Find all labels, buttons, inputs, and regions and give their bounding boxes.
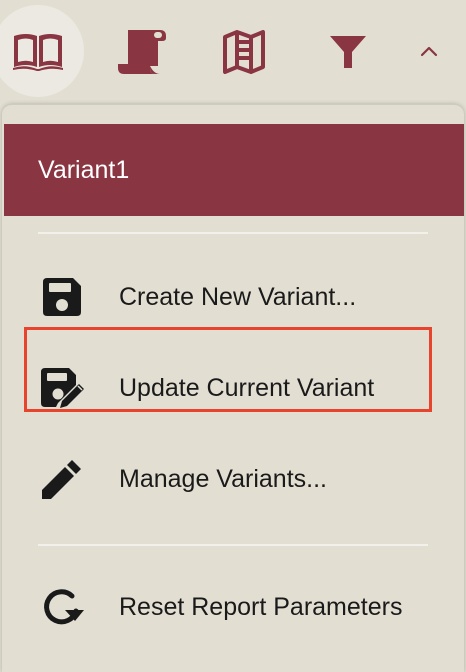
toolbar-report-button[interactable]: [112, 26, 168, 78]
toolbar: [0, 0, 466, 100]
pencil-icon: [36, 453, 88, 505]
menu-item-label: Update Current Variant: [119, 373, 375, 402]
menu-item-label: Create New Variant...: [119, 282, 357, 311]
reset-icon: [36, 581, 88, 633]
chevron-up-icon: [420, 46, 438, 57]
menu-divider: [38, 232, 428, 234]
save-icon: [36, 271, 88, 323]
menu-item-label: Manage Variants...: [119, 464, 327, 493]
filter-icon: [330, 36, 366, 68]
save-edit-icon: [36, 362, 88, 414]
current-variant-header[interactable]: Variant1: [4, 124, 464, 216]
menu-divider: [38, 544, 428, 546]
collapse-toolbar-button[interactable]: [414, 36, 444, 66]
manage-variants-item[interactable]: Manage Variants...: [4, 437, 464, 521]
scroll-icon: [118, 30, 166, 74]
open-book-icon: [13, 34, 63, 71]
toolbar-variants-button[interactable]: [0, 5, 84, 97]
update-current-variant-item[interactable]: Update Current Variant: [4, 346, 464, 430]
toolbar-filter-button[interactable]: [324, 30, 372, 74]
toolbar-map-button[interactable]: [218, 28, 270, 76]
variants-dropdown-menu: Variant1 Create New Variant... Update Cu…: [2, 104, 464, 672]
map-icon: [223, 30, 265, 74]
reset-report-parameters-item[interactable]: Reset Report Parameters: [4, 565, 464, 649]
menu-item-label: Reset Report Parameters: [119, 592, 403, 621]
create-new-variant-item[interactable]: Create New Variant...: [4, 255, 464, 339]
